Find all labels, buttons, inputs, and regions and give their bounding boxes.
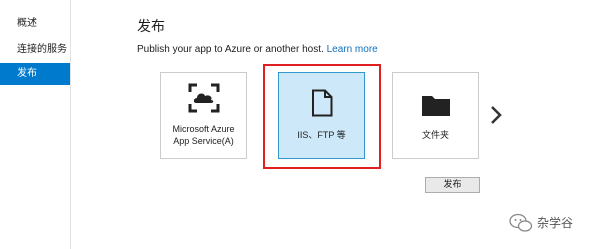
wechat-icon: [509, 213, 533, 232]
chevron-right-icon[interactable]: [489, 104, 503, 126]
folder-icon: [421, 96, 450, 116]
target-azure-label-line2: App Service(A): [173, 136, 234, 146]
watermark-text: 杂学谷: [537, 216, 574, 230]
learn-more-link[interactable]: Learn more: [327, 44, 378, 55]
sidebar-item-connected-services[interactable]: 连接的服务: [0, 39, 70, 61]
sidebar-item-publish[interactable]: 发布: [0, 63, 70, 85]
page-title: 发布: [137, 19, 165, 35]
subtitle-text: Publish your app to Azure or another hos…: [137, 44, 324, 55]
sidebar: 概述 连接的服务 发布: [0, 0, 71, 249]
subtitle: Publish your app to Azure or another hos…: [137, 44, 378, 55]
target-folder[interactable]: 文件夹: [392, 72, 479, 159]
target-azure-app-service[interactable]: Microsoft Azure App Service(A): [160, 72, 247, 159]
selection-highlight-box: [263, 64, 381, 169]
watermark: 杂学谷: [508, 213, 600, 233]
publish-button[interactable]: 发布: [425, 177, 480, 193]
target-folder-label: 文件夹: [421, 130, 449, 140]
azure-app-service-icon: [188, 83, 219, 113]
target-azure-label-line1: Microsoft Azure: [172, 124, 235, 134]
sidebar-item-overview[interactable]: 概述: [0, 13, 70, 35]
